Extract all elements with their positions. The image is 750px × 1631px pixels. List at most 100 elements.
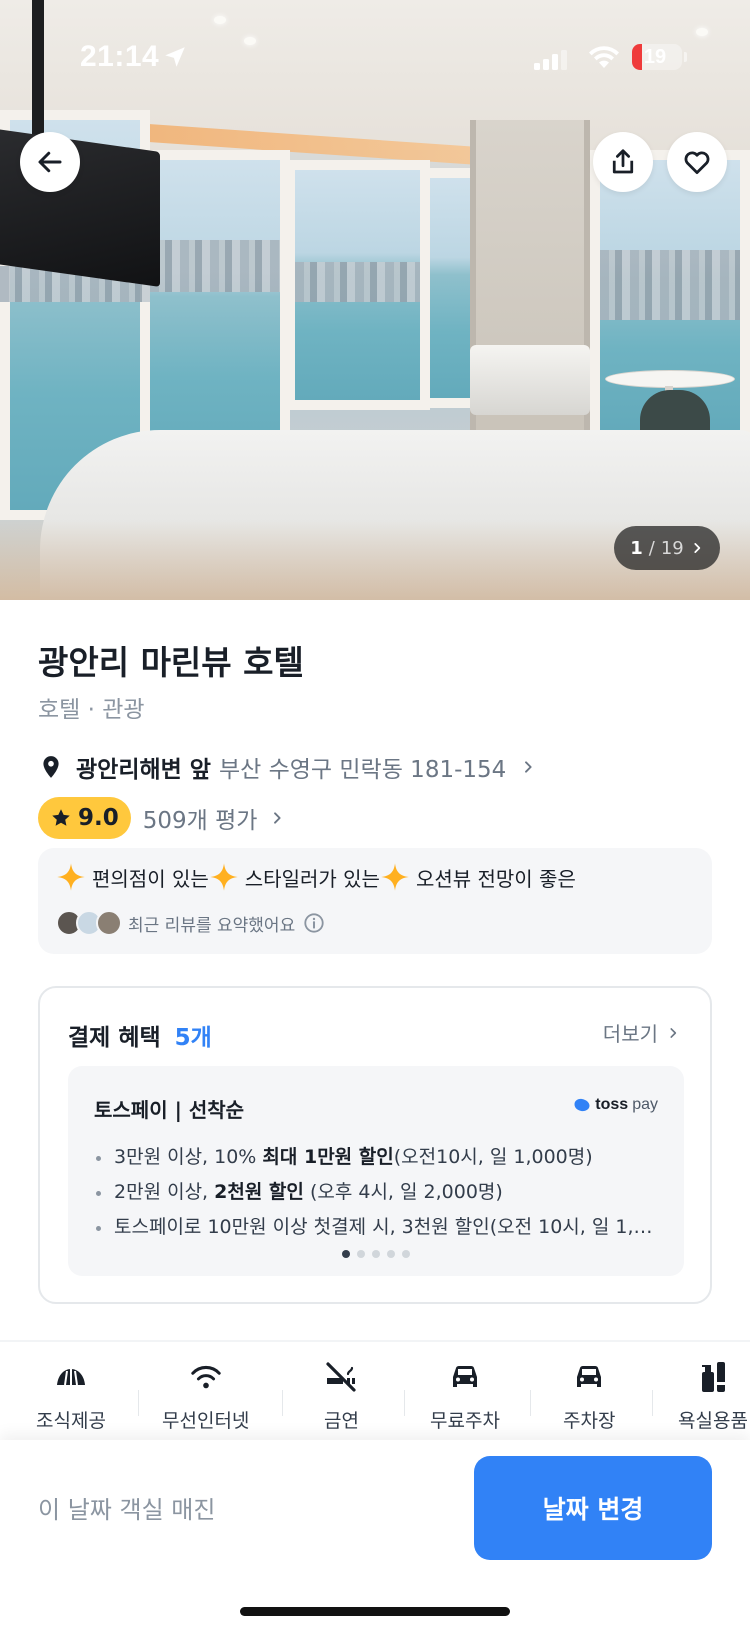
reflected-bed: [470, 345, 590, 415]
review-count: 509개 평가: [142, 808, 258, 834]
breakfast-icon: [56, 1369, 85, 1386]
separator: [404, 1390, 405, 1416]
rating-row[interactable]: 9.0 509개 평가: [38, 796, 285, 840]
review-tag-label: 편의점이 있는: [92, 866, 209, 891]
chevron-right-icon: [694, 543, 700, 553]
back-button[interactable]: [20, 132, 80, 192]
battery-tip: [684, 52, 687, 62]
benefit-list: 3만원 이상, 10% 최대 1만원 할인(오전10시, 일 1,000명) 2…: [94, 1140, 654, 1245]
location-arrow-icon: [165, 47, 185, 67]
review-tag-label: 스타일러가 있는: [244, 866, 380, 891]
page-dot[interactable]: [387, 1250, 395, 1258]
amenity-breakfast: 조식제공: [36, 1360, 106, 1433]
amenity-label: 무선인터넷: [162, 1410, 250, 1432]
benefit-item: 2만원 이상, 2천원 할인 (오후 4시, 일 2,000명): [94, 1175, 654, 1210]
amenity-free-parking: 무료주차: [430, 1360, 500, 1433]
review-tags: 편의점이 있는 스타일러가 있는 오션뷰 전망이 좋은: [56, 862, 576, 892]
tosspay-brand: toss: [595, 1096, 629, 1113]
benefit-highlight: 2천원 할인: [214, 1181, 304, 1203]
page-dot[interactable]: [357, 1250, 365, 1258]
arrow-left-icon: [38, 151, 62, 173]
sparkle-icon: [381, 863, 409, 891]
avatar: [96, 910, 122, 936]
payment-benefits-card: 결제 혜택 5개 더보기 토스페이 | 선착순 toss pay 3만원 이상,…: [38, 986, 712, 1304]
benefits-title-text: 결제 혜택: [68, 1025, 161, 1051]
car-icon: [577, 1366, 602, 1387]
availability-status: 이 날짜 객실 매진: [38, 1496, 216, 1524]
review-summary[interactable]: 편의점이 있는 스타일러가 있는 오션뷰 전망이 좋은 최근 리뷰를 요약했어요: [38, 848, 712, 954]
like-button[interactable]: [667, 132, 727, 192]
battery-level: 19: [643, 46, 667, 68]
separator: [282, 1390, 283, 1416]
tosspay-logo: toss pay: [573, 1096, 658, 1114]
city-skyline: [295, 262, 420, 302]
rating-score: 9.0: [78, 805, 119, 831]
heart-icon: [684, 151, 710, 174]
benefits-title: 결제 혜택 5개: [68, 1018, 212, 1052]
tosspay-suffix: pay: [632, 1096, 658, 1113]
benefit-item: 토스페이로 10만원 이상 첫결제 시, 3천원 할인(오전 10시, 일 1,…: [94, 1210, 654, 1245]
amenity-label: 욕실용품: [678, 1410, 748, 1432]
page-dot[interactable]: [402, 1250, 410, 1258]
benefit-highlight: 최대 1만원 할인: [262, 1146, 394, 1168]
hotel-name: 광안리 마린뷰 호텔: [38, 643, 304, 682]
review-tag: 편의점이 있는: [56, 862, 209, 892]
cellular-signal-icon: [534, 50, 567, 70]
amenity-label: 금연: [324, 1410, 359, 1432]
share-button[interactable]: [593, 132, 653, 192]
separator: [530, 1390, 531, 1416]
hotel-category: 호텔 · 관광: [38, 697, 145, 723]
sparkle-icon: [57, 863, 85, 891]
status-bar: 21:14 19: [0, 0, 750, 110]
amenity-no-smoking: 금연: [324, 1360, 359, 1433]
separator: [138, 1390, 139, 1416]
benefits-more-link[interactable]: 더보기: [603, 1018, 680, 1047]
summary-note-row: 최근 리뷰를 요약했어요: [56, 910, 325, 936]
home-indicator[interactable]: [240, 1607, 510, 1616]
chevron-right-icon: [670, 1027, 677, 1038]
amenities-row[interactable]: 조식제공 무선인터넷 금연 무료주차 주차장 욕실용품: [0, 1360, 750, 1440]
status-time: 21:14: [80, 40, 160, 73]
page-dot[interactable]: [372, 1250, 380, 1258]
chevron-right-icon: [274, 812, 282, 824]
star-icon: [52, 809, 70, 826]
map-pin-icon: [43, 756, 59, 778]
city-skyline: [600, 250, 740, 320]
amenity-toiletries: 욕실용품: [678, 1360, 748, 1433]
info-icon[interactable]: [303, 912, 325, 934]
review-tag-label: 오션뷰 전망이 좋은: [415, 866, 576, 891]
benefit-text: 2만원 이상,: [114, 1181, 215, 1203]
bottom-action-bar: 이 날짜 객실 매진 날짜 변경: [0, 1440, 750, 1631]
summary-note: 최근 리뷰를 요약했어요: [128, 915, 296, 936]
car-icon: [452, 1366, 477, 1387]
share-icon: [612, 149, 634, 174]
landmark: 광안리해변 앞: [76, 757, 211, 783]
toss-logo-icon: [574, 1098, 590, 1112]
amenity-label: 주차장: [563, 1410, 616, 1432]
benefit-item: 3만원 이상, 10% 최대 1만원 할인(오전10시, 일 1,000명): [94, 1140, 654, 1175]
review-tag: 스타일러가 있는: [209, 862, 380, 892]
photo-counter[interactable]: 1 / 19: [614, 526, 720, 570]
reviewer-avatars: [56, 910, 122, 936]
page-dot[interactable]: [342, 1250, 350, 1258]
amenity-label: 조식제공: [36, 1410, 106, 1432]
benefit-text: 3만원 이상, 10%: [114, 1146, 263, 1168]
benefit-carousel-card[interactable]: 토스페이 | 선착순 toss pay 3만원 이상, 10% 최대 1만원 할…: [68, 1066, 684, 1276]
sparkle-icon: [210, 863, 238, 891]
chevron-right-icon: [525, 761, 532, 773]
city-skyline: [150, 240, 280, 292]
no-smoking-icon: [326, 1362, 357, 1392]
change-date-button[interactable]: 날짜 변경: [474, 1456, 712, 1560]
more-label: 더보기: [602, 1022, 658, 1046]
benefit-text: 토스페이로 10만원 이상 첫결제 시, 3천원 할인(오전 10시, 일 1,…: [114, 1216, 654, 1238]
photo-total: 19: [660, 537, 684, 559]
review-tag: 오션뷰 전망이 좋은: [380, 862, 576, 892]
photo-separator: /: [648, 537, 655, 559]
wifi-status-icon: [589, 46, 619, 68]
hero-photo[interactable]: 21:14 19 1 / 19: [0, 0, 750, 600]
amenity-parking: 주차장: [563, 1360, 615, 1433]
benefit-text: (오후 4시, 일 2,000명): [303, 1181, 503, 1203]
benefit-text: (오전10시, 일 1,000명): [393, 1146, 593, 1168]
address-row[interactable]: 광안리해변 앞 부산 수영구 민락동 181-154: [38, 750, 536, 784]
amenity-label: 무료주차: [430, 1410, 500, 1432]
